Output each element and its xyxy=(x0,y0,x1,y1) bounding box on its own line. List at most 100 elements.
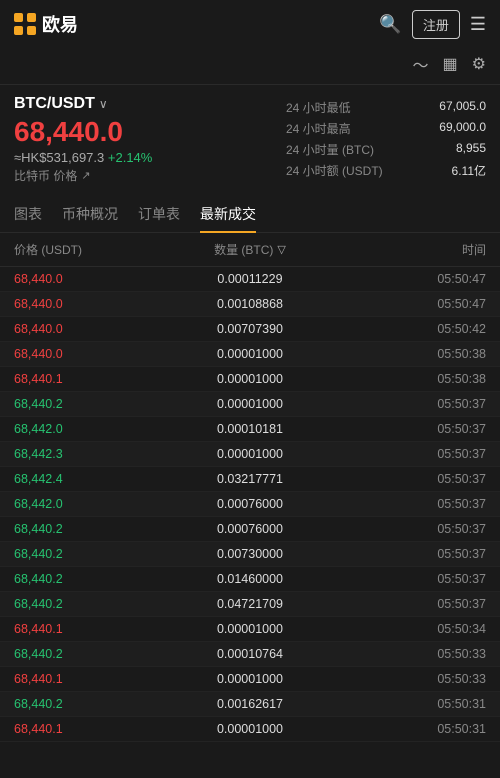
stat-value: 67,005.0 xyxy=(439,99,486,116)
cell-amount: 0.00001000 xyxy=(171,622,328,636)
external-link-icon[interactable]: ↗ xyxy=(81,169,90,182)
settings-toolbar-icon[interactable]: ⚙ xyxy=(472,54,486,74)
stat-row: 24 小时量 (BTC) 8,955 xyxy=(286,141,486,158)
cell-price: 68,442.0 xyxy=(14,497,171,511)
table-row: 68,440.0 0.00011229 05:50:47 xyxy=(0,267,500,292)
cell-amount: 0.00001000 xyxy=(171,672,328,686)
search-icon[interactable]: 🔍 xyxy=(379,14,401,35)
cell-price: 68,440.2 xyxy=(14,572,171,586)
stat-row: 24 小时最低 67,005.0 xyxy=(286,99,486,116)
cell-amount: 0.00001000 xyxy=(171,372,328,386)
cell-amount: 0.00010181 xyxy=(171,422,328,436)
cell-amount: 0.00162617 xyxy=(171,697,328,711)
tab-overview[interactable]: 币种概况 xyxy=(62,196,118,232)
logo-icon xyxy=(14,13,36,35)
cell-price: 68,440.2 xyxy=(14,697,171,711)
price-left: BTC/USDT ∨ 68,440.0 ≈HK$531,697.3 +2.14%… xyxy=(14,95,276,184)
cell-time: 05:50:42 xyxy=(329,322,486,336)
cell-price: 68,440.2 xyxy=(14,397,171,411)
cell-time: 05:50:37 xyxy=(329,497,486,511)
cell-time: 05:50:33 xyxy=(329,647,486,661)
cell-price: 68,442.0 xyxy=(14,422,171,436)
col-header-amount: 数量 (BTC) ▽ xyxy=(171,241,328,258)
cell-amount: 0.00001000 xyxy=(171,447,328,461)
cell-time: 05:50:37 xyxy=(329,422,486,436)
cell-price: 68,440.1 xyxy=(14,372,171,386)
cell-amount: 0.00001000 xyxy=(171,397,328,411)
col-header-price: 价格 (USDT) xyxy=(14,241,171,258)
change-pct: +2.14% xyxy=(108,150,152,165)
menu-icon[interactable]: ☰ xyxy=(470,14,486,35)
cell-time: 05:50:31 xyxy=(329,697,486,711)
cell-amount: 0.01460000 xyxy=(171,572,328,586)
tab-trades[interactable]: 最新成交 xyxy=(200,196,256,232)
cell-price: 68,440.1 xyxy=(14,622,171,636)
cell-time: 05:50:37 xyxy=(329,397,486,411)
cell-amount: 0.03217771 xyxy=(171,472,328,486)
toolbar: 〜 ▦ ⚙ xyxy=(0,48,500,85)
hk-price-value: ≈HK$531,697.3 xyxy=(14,150,104,165)
stat-row: 24 小时最高 69,000.0 xyxy=(286,120,486,137)
stat-label: 24 小时额 (USDT) xyxy=(286,162,383,179)
stat-value: 69,000.0 xyxy=(439,120,486,137)
header: 欧易 🔍 注册 ☰ xyxy=(0,0,500,48)
cell-time: 05:50:38 xyxy=(329,347,486,361)
hk-price: ≈HK$531,697.3 +2.14% xyxy=(14,150,276,165)
table-row: 68,440.0 0.00108868 05:50:47 xyxy=(0,292,500,317)
table-row: 68,440.2 0.00730000 05:50:37 xyxy=(0,542,500,567)
table-row: 68,440.1 0.00001000 05:50:33 xyxy=(0,667,500,692)
table-row: 68,440.0 0.00001000 05:50:38 xyxy=(0,342,500,367)
cell-amount: 0.00108868 xyxy=(171,297,328,311)
table-row: 68,440.1 0.00001000 05:50:38 xyxy=(0,367,500,392)
cell-price: 68,442.4 xyxy=(14,472,171,486)
stat-value: 8,955 xyxy=(456,141,486,158)
table-row: 68,442.3 0.00001000 05:50:37 xyxy=(0,442,500,467)
price-stats: 24 小时最低 67,005.0 24 小时最高 69,000.0 24 小时量 (… xyxy=(286,95,486,184)
cell-time: 05:50:47 xyxy=(329,297,486,311)
cell-price: 68,440.0 xyxy=(14,272,171,286)
table-row: 68,440.2 0.00010764 05:50:33 xyxy=(0,642,500,667)
tab-order[interactable]: 订单表 xyxy=(138,196,180,232)
stat-label: 24 小时最低 xyxy=(286,99,351,116)
stat-label: 24 小时量 (BTC) xyxy=(286,141,374,158)
table-row: 68,442.0 0.00076000 05:50:37 xyxy=(0,492,500,517)
stat-row: 24 小时额 (USDT) 6.11亿 xyxy=(286,162,486,179)
stat-label: 24 小时最高 xyxy=(286,120,351,137)
cell-amount: 0.00076000 xyxy=(171,522,328,536)
trades-table: 价格 (USDT) 数量 (BTC) ▽ 时间 68,440.0 0.00011… xyxy=(0,233,500,742)
cell-amount: 0.00707390 xyxy=(171,322,328,336)
table-row: 68,440.2 0.04721709 05:50:37 xyxy=(0,592,500,617)
cell-time: 05:50:37 xyxy=(329,572,486,586)
table-row: 68,440.2 0.00076000 05:50:37 xyxy=(0,517,500,542)
cell-amount: 0.04721709 xyxy=(171,597,328,611)
cell-time: 05:50:47 xyxy=(329,272,486,286)
cell-amount: 0.00011229 xyxy=(171,272,328,286)
table-row: 68,440.2 0.00001000 05:50:37 xyxy=(0,392,500,417)
btc-label: 比特币 价格 ↗ xyxy=(14,167,276,184)
cell-price: 68,440.1 xyxy=(14,722,171,736)
tabs-bar: 图表币种概况订单表最新成交 xyxy=(0,196,500,233)
cell-amount: 0.00730000 xyxy=(171,547,328,561)
list-toolbar-icon[interactable]: ▦ xyxy=(443,54,458,74)
cell-price: 68,440.2 xyxy=(14,647,171,661)
chart-toolbar-icon[interactable]: 〜 xyxy=(413,52,429,76)
table-row: 68,440.1 0.00001000 05:50:34 xyxy=(0,617,500,642)
table-row: 68,440.1 0.00001000 05:50:31 xyxy=(0,717,500,742)
header-actions: 🔍 注册 ☰ xyxy=(379,10,486,39)
table-row: 68,440.2 0.01460000 05:50:37 xyxy=(0,567,500,592)
table-row: 68,440.2 0.00162617 05:50:31 xyxy=(0,692,500,717)
cell-time: 05:50:31 xyxy=(329,722,486,736)
register-button[interactable]: 注册 xyxy=(412,10,460,39)
cell-amount: 0.00076000 xyxy=(171,497,328,511)
trading-pair-name[interactable]: BTC/USDT xyxy=(14,95,95,113)
chevron-down-icon[interactable]: ∨ xyxy=(99,97,108,111)
cell-amount: 0.00001000 xyxy=(171,347,328,361)
cell-time: 05:50:37 xyxy=(329,522,486,536)
tab-chart[interactable]: 图表 xyxy=(14,196,42,232)
filter-icon[interactable]: ▽ xyxy=(277,243,285,256)
table-header: 价格 (USDT) 数量 (BTC) ▽ 时间 xyxy=(0,233,500,267)
cell-time: 05:50:37 xyxy=(329,597,486,611)
table-row: 68,440.0 0.00707390 05:50:42 xyxy=(0,317,500,342)
cell-price: 68,440.0 xyxy=(14,347,171,361)
logo: 欧易 xyxy=(14,11,78,37)
